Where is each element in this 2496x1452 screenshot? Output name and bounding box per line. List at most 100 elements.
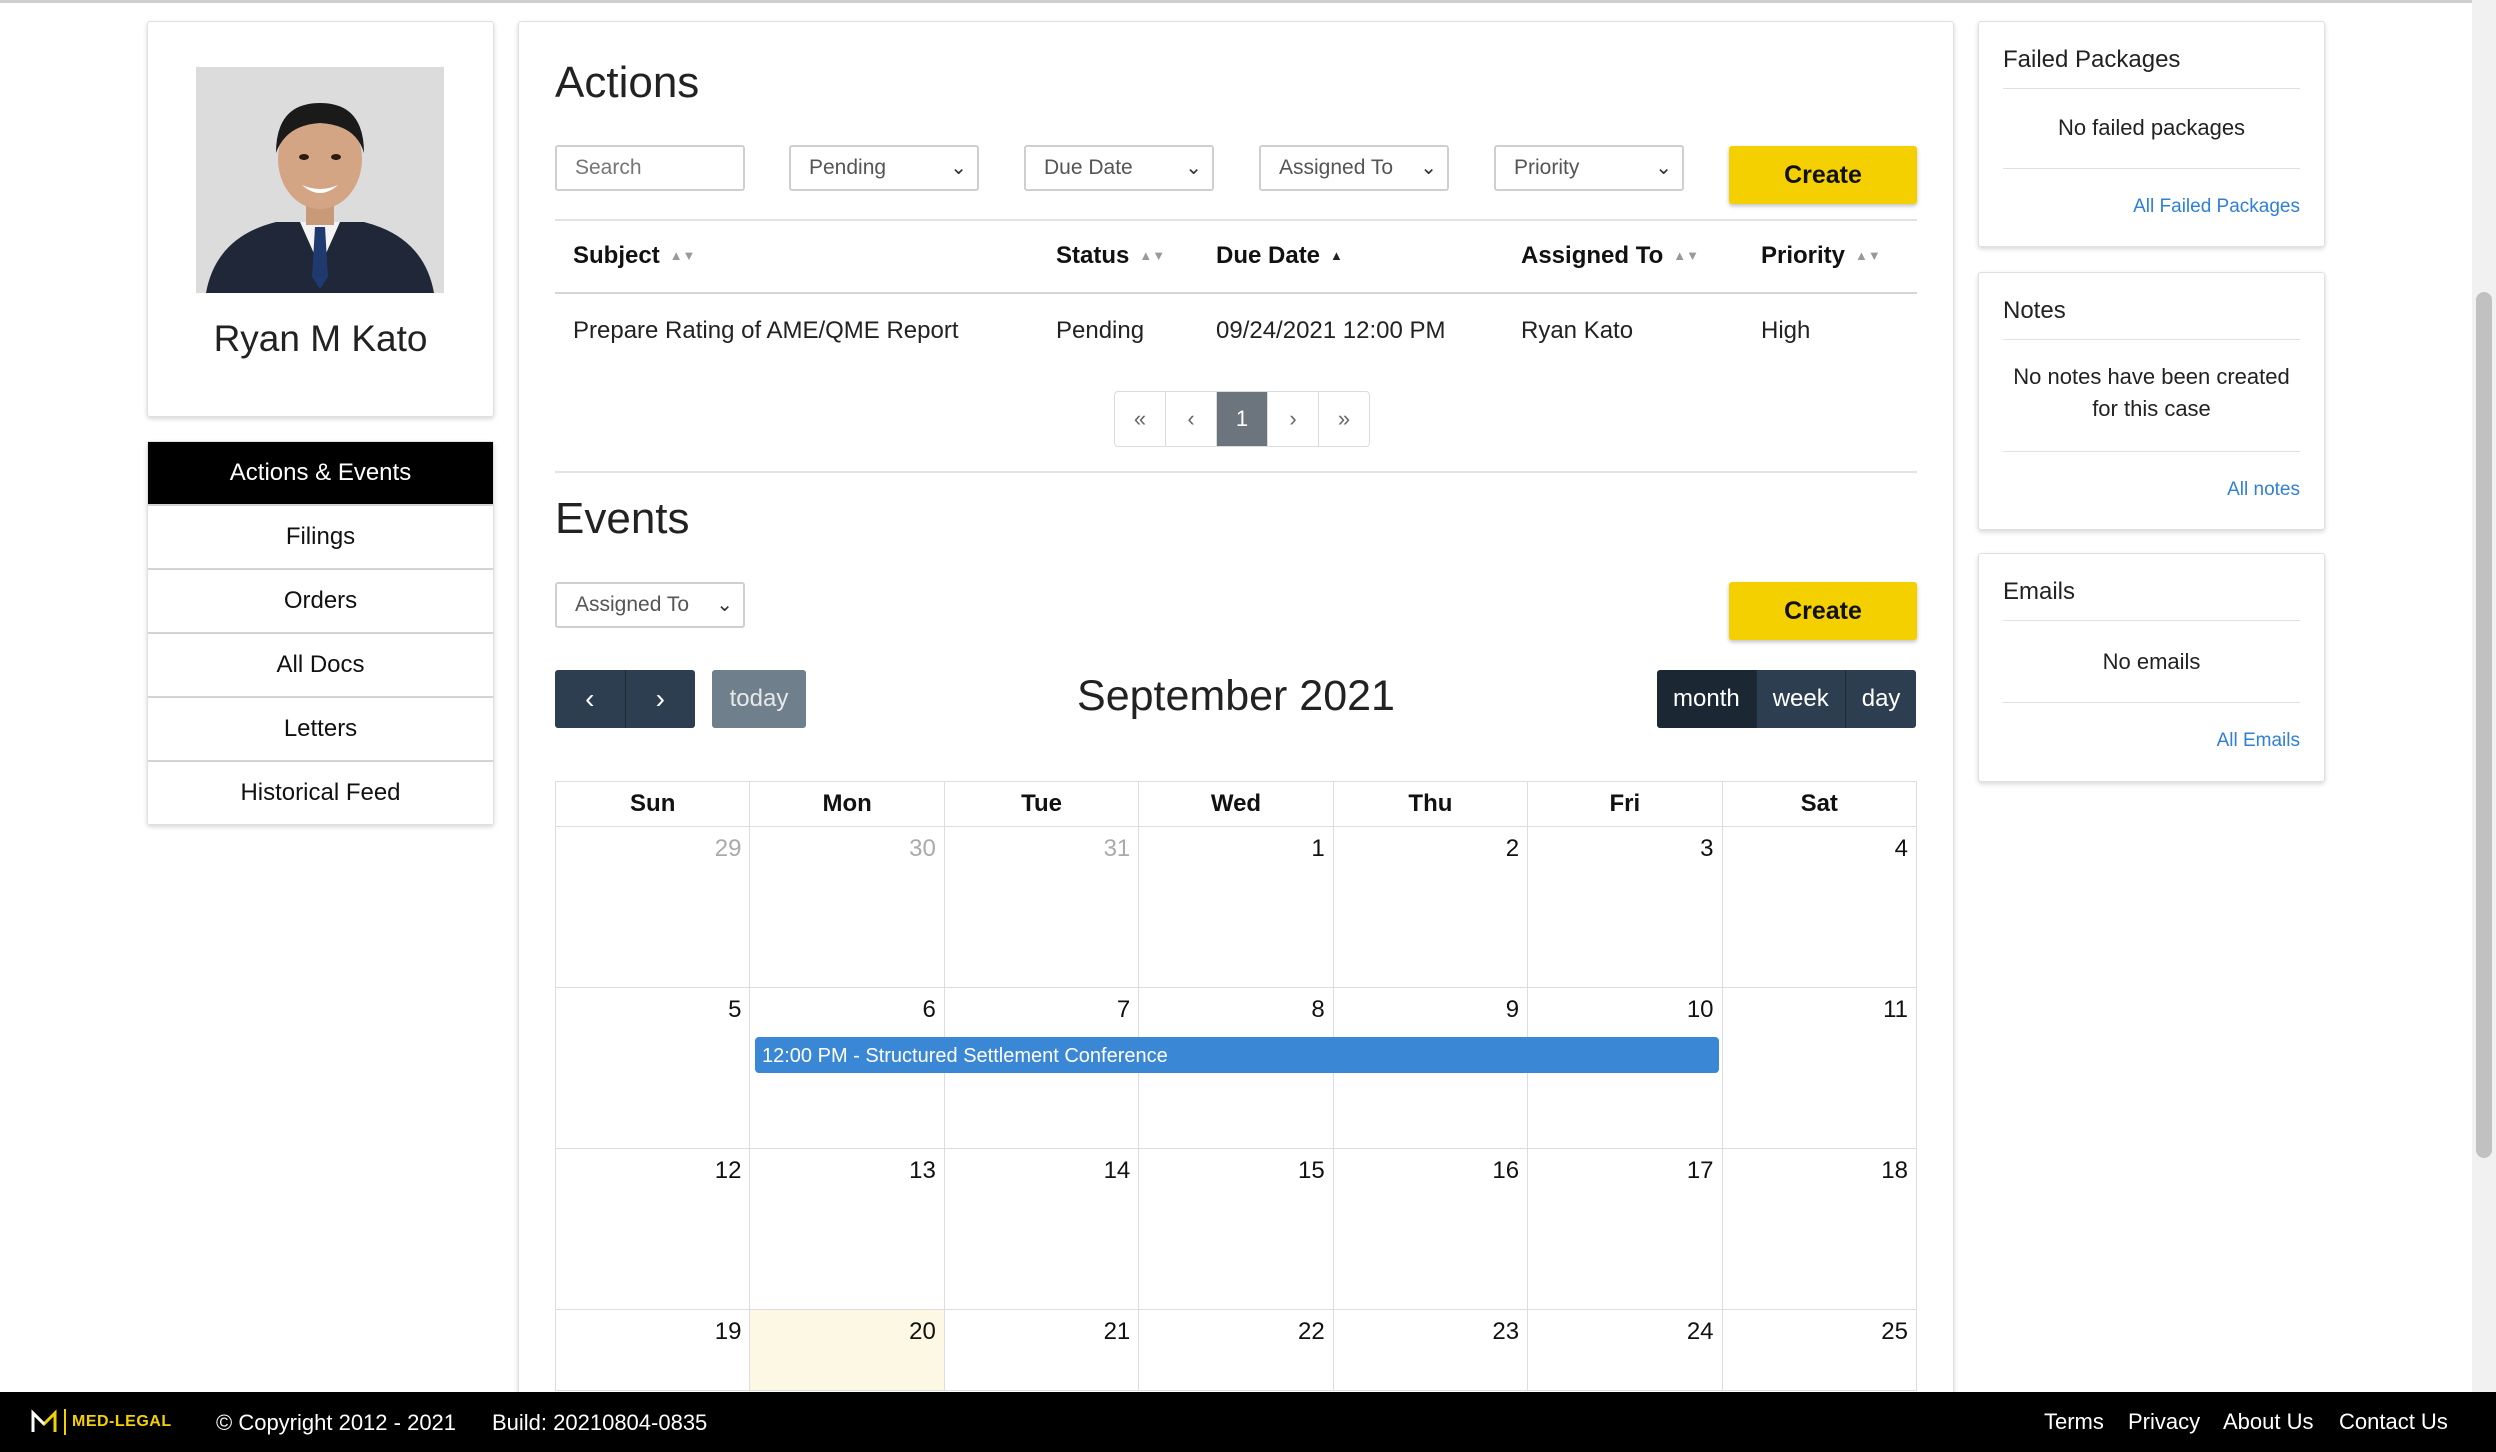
nav-item-all-docs[interactable]: All Docs xyxy=(148,634,493,698)
priority-filter-select[interactable]: Priority ⌄ xyxy=(1494,145,1684,191)
day-number: 3 xyxy=(1700,835,1714,862)
actions-title: Actions xyxy=(555,58,700,107)
privacy-link[interactable]: Privacy xyxy=(2128,1409,2200,1435)
calendar-day-cell[interactable]: 11 xyxy=(1721,987,1918,1149)
calendar-today-cell[interactable]: 20 xyxy=(749,1309,945,1391)
weekday-wed: Wed xyxy=(1138,781,1334,827)
page-last-button[interactable]: » xyxy=(1319,392,1369,446)
day-number: 5 xyxy=(728,996,742,1023)
calendar-day-cell[interactable]: 12 xyxy=(554,1148,751,1310)
day-number: 9 xyxy=(1505,996,1520,1023)
calendar-view-switcher: month week day xyxy=(1657,670,1917,728)
day-number: 1 xyxy=(1311,835,1325,862)
actions-search-input[interactable] xyxy=(555,145,745,191)
status-filter-value: Pending xyxy=(809,156,887,179)
day-number: 14 xyxy=(1103,1157,1131,1184)
failed-packages-title: Failed Packages xyxy=(2003,46,2181,73)
chevron-down-icon: ⌄ xyxy=(1185,157,1202,179)
about-us-link[interactable]: About Us xyxy=(2223,1409,2314,1435)
calendar-day-cell[interactable]: 19 xyxy=(554,1309,751,1391)
calendar-day-cell[interactable]: 24 xyxy=(1527,1309,1723,1391)
all-notes-link[interactable]: All notes xyxy=(2227,479,2300,501)
calendar-day-cell[interactable]: 22 xyxy=(1138,1309,1334,1391)
page-current-button[interactable]: 1 xyxy=(1217,392,1268,446)
calendar-day-cell[interactable]: 29 xyxy=(554,826,751,988)
page-next-button[interactable]: › xyxy=(1268,392,1319,446)
column-header-status[interactable]: Status ▲▼ xyxy=(1056,242,1165,270)
med-legal-logo[interactable]: MED-LEGAL xyxy=(30,1408,172,1436)
priority-filter-value: Priority xyxy=(1514,156,1580,179)
med-legal-m-icon xyxy=(31,1409,57,1432)
page-footer: MED-LEGAL © Copyright 2012 - 2021 Build:… xyxy=(0,1392,2496,1452)
calendar-day-cell[interactable]: 15 xyxy=(1138,1148,1334,1310)
calendar-day-cell[interactable]: 16 xyxy=(1332,1148,1529,1310)
chevron-down-icon: ⌄ xyxy=(1655,157,1672,179)
column-header-due-date[interactable]: Due Date ▲ xyxy=(1216,242,1343,270)
calendar-day-cell[interactable]: 5 xyxy=(554,987,751,1149)
calendar-week-row: 12 13 14 15 16 17 18 xyxy=(554,1148,1918,1310)
nav-item-actions-events[interactable]: Actions & Events xyxy=(148,442,493,506)
weekday-tue: Tue xyxy=(943,781,1140,827)
column-label: Priority xyxy=(1761,242,1846,269)
page-first-button[interactable]: « xyxy=(1115,392,1166,446)
nav-item-filings[interactable]: Filings xyxy=(148,506,493,570)
all-failed-packages-link[interactable]: All Failed Packages xyxy=(2133,196,2300,218)
create-event-button[interactable]: Create xyxy=(1729,582,1917,640)
calendar-day-cell[interactable]: 2 xyxy=(1332,826,1529,988)
sort-icon: ▲▼ xyxy=(1139,248,1166,263)
calendar-day-cell[interactable]: 3 xyxy=(1527,826,1723,988)
events-assigned-to-select[interactable]: Assigned To ⌄ xyxy=(555,582,745,628)
divider xyxy=(555,219,1917,221)
person-portrait-icon xyxy=(196,67,444,293)
view-week-button[interactable]: week xyxy=(1755,670,1845,728)
calendar-day-cell[interactable]: 14 xyxy=(943,1148,1140,1310)
calendar-day-cell[interactable]: 30 xyxy=(749,826,945,988)
main-panel: Actions Pending⌄ Due Date⌄ Assigned To⌄ … xyxy=(518,21,1954,1403)
page-scrollbar[interactable] xyxy=(2472,0,2496,1392)
calendar-day-cell[interactable]: 13 xyxy=(749,1148,945,1310)
sort-icon: ▲▼ xyxy=(1855,248,1881,263)
create-action-button[interactable]: Create xyxy=(1729,146,1917,204)
column-header-priority[interactable]: Priority ▲▼ xyxy=(1761,242,1881,270)
nav-item-historical-feed[interactable]: Historical Feed xyxy=(148,762,493,824)
calendar-day-cell[interactable]: 18 xyxy=(1721,1148,1918,1310)
day-number: 13 xyxy=(909,1157,936,1184)
calendar-day-cell[interactable]: 23 xyxy=(1332,1309,1529,1391)
brand-name: MED-LEGAL xyxy=(72,1413,172,1430)
notes-message: No notes have been created for this case xyxy=(2013,364,2290,421)
view-month-button[interactable]: month xyxy=(1657,670,1756,728)
day-number: 25 xyxy=(1881,1318,1908,1345)
day-number: 2 xyxy=(1505,835,1520,862)
copyright-text: © Copyright 2012 - 2021 xyxy=(216,1410,457,1435)
weekday-sat: Sat xyxy=(1721,781,1918,827)
divider xyxy=(555,292,1917,294)
day-number: 11 xyxy=(1883,996,1908,1023)
nav-item-orders[interactable]: Orders xyxy=(148,570,493,634)
day-number: 31 xyxy=(1103,835,1131,862)
calendar-day-cell[interactable]: 1 xyxy=(1138,826,1334,988)
status-filter-select[interactable]: Pending ⌄ xyxy=(789,145,979,191)
calendar-day-cell[interactable]: 31 xyxy=(943,826,1140,988)
nav-item-letters[interactable]: Letters xyxy=(148,698,493,762)
due-date-filter-select[interactable]: Due Date ⌄ xyxy=(1024,145,1214,191)
scrollbar-thumb[interactable] xyxy=(2476,292,2492,1158)
calendar-day-cell[interactable]: 21 xyxy=(943,1309,1140,1391)
profile-photo xyxy=(196,67,444,293)
logo-divider xyxy=(64,1409,66,1435)
month-calendar: Sun Mon Tue Wed Thu Fri Sat 29 30 31 1 2… xyxy=(554,781,1918,1391)
divider xyxy=(2003,88,2300,89)
assigned-to-filter-select[interactable]: Assigned To ⌄ xyxy=(1259,145,1449,191)
day-number: 21 xyxy=(1103,1318,1131,1345)
all-emails-link[interactable]: All Emails xyxy=(2217,730,2300,752)
column-header-subject[interactable]: Subject ▲▼ xyxy=(573,242,695,270)
cell-status: Pending xyxy=(1056,317,1145,344)
contact-us-link[interactable]: Contact Us xyxy=(2339,1409,2448,1435)
view-day-button[interactable]: day xyxy=(1844,670,1917,728)
terms-link[interactable]: Terms xyxy=(2044,1409,2104,1435)
calendar-day-cell[interactable]: 17 xyxy=(1527,1148,1723,1310)
calendar-day-cell[interactable]: 4 xyxy=(1721,826,1918,988)
column-header-assigned-to[interactable]: Assigned To ▲▼ xyxy=(1521,242,1699,270)
page-prev-button[interactable]: ‹ xyxy=(1166,392,1217,446)
calendar-day-cell[interactable]: 25 xyxy=(1721,1309,1918,1391)
calendar-event[interactable]: 12:00 PM - Structured Settlement Confere… xyxy=(755,1037,1719,1073)
